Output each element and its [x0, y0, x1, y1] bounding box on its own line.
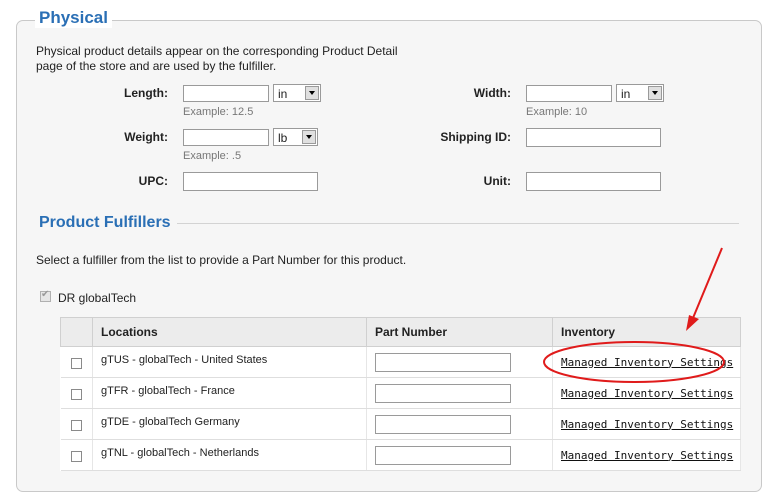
highlight-ellipse — [543, 341, 725, 383]
annotation-arrow-line — [692, 247, 723, 319]
annotation-overlay — [543, 247, 725, 383]
annotation-arrowhead — [686, 315, 699, 331]
